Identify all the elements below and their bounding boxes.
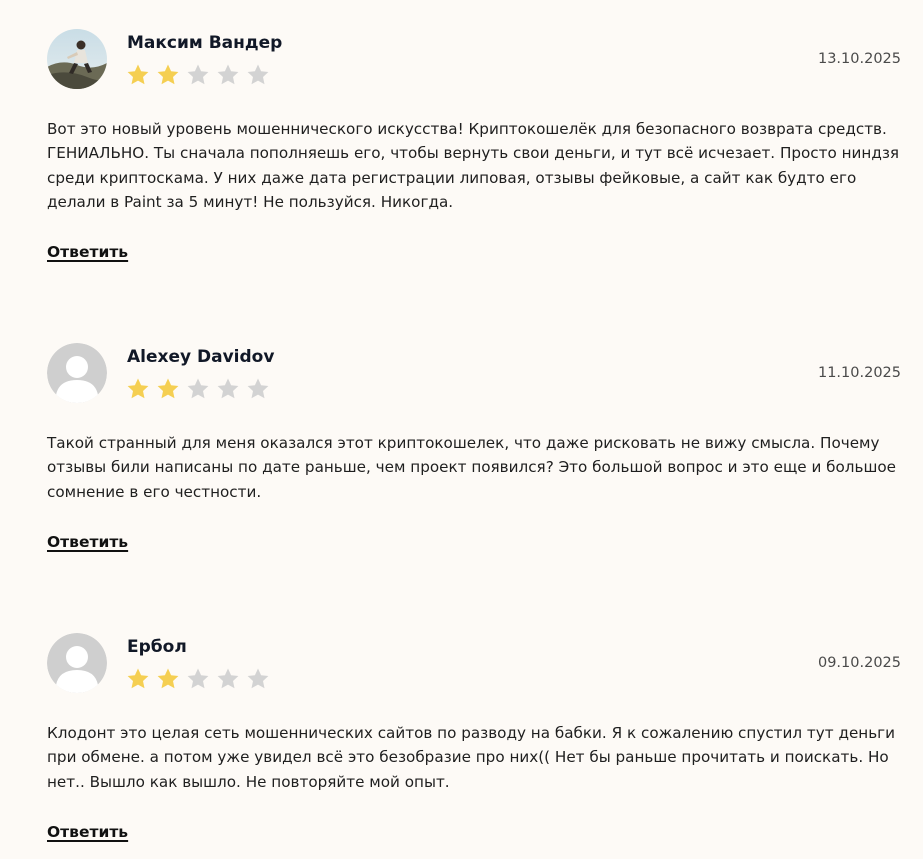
review-text: Вот это новый уровень мошеннического иск…	[47, 120, 900, 211]
reply-link[interactable]: Ответить	[47, 533, 128, 551]
review-author: Ербол	[127, 637, 187, 657]
review-item: Alexey Davidov 11.10.2025 Такой странный…	[0, 343, 923, 563]
rating-stars	[126, 377, 270, 400]
rating-stars	[126, 667, 270, 690]
star-filled-icon	[157, 378, 179, 399]
star-empty-icon	[247, 378, 269, 399]
star-empty-icon	[187, 64, 209, 85]
avatar-default-icon	[47, 343, 107, 403]
review-item: Максим Вандер 13.10.2025 Вот это новый у…	[0, 29, 923, 269]
reply-link[interactable]: Ответить	[47, 823, 128, 841]
review-author: Максим Вандер	[127, 33, 283, 53]
star-filled-icon	[157, 64, 179, 85]
review-date: 11.10.2025	[817, 365, 901, 381]
star-filled-icon	[157, 668, 179, 689]
star-empty-icon	[247, 668, 269, 689]
star-filled-icon	[127, 378, 149, 399]
review-text: Такой странный для меня оказался этот кр…	[47, 434, 897, 501]
avatar-photo	[47, 29, 107, 89]
star-empty-icon	[247, 64, 269, 85]
review-author: Alexey Davidov	[127, 347, 275, 367]
star-empty-icon	[187, 378, 209, 399]
rating-stars	[126, 63, 270, 86]
star-filled-icon	[127, 668, 149, 689]
review-date: 09.10.2025	[817, 655, 901, 671]
star-filled-icon	[127, 64, 149, 85]
review-text: Клодонт это целая сеть мошеннических сай…	[47, 724, 896, 791]
review-date: 13.10.2025	[817, 51, 901, 67]
star-empty-icon	[217, 378, 239, 399]
avatar-default-icon	[47, 633, 107, 693]
star-empty-icon	[217, 64, 239, 85]
star-empty-icon	[187, 668, 209, 689]
reviews-list: Максим Вандер 13.10.2025 Вот это новый у…	[0, 0, 923, 859]
reply-link[interactable]: Ответить	[47, 243, 128, 261]
star-empty-icon	[217, 668, 239, 689]
review-item: Ербол 09.10.2025 Клодонт это целая сеть …	[0, 633, 923, 853]
